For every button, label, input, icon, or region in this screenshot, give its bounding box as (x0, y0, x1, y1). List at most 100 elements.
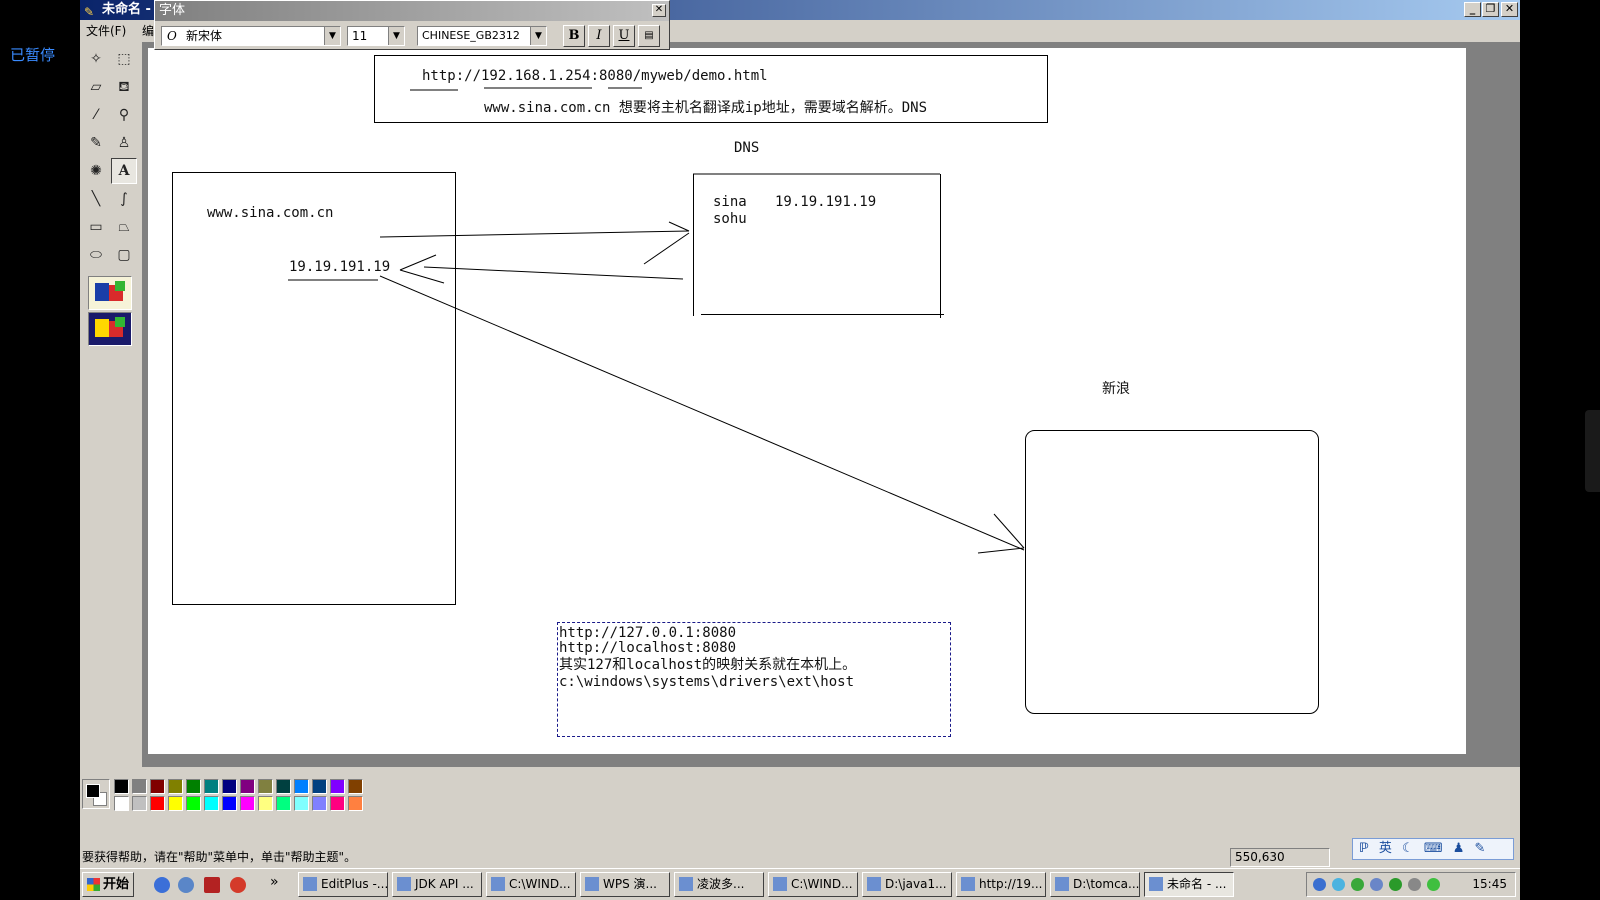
bold-button[interactable]: B (563, 25, 585, 47)
text-tool-icon[interactable]: A (111, 158, 137, 184)
color-swatch[interactable] (132, 796, 147, 811)
magnifier-icon[interactable]: ⚲ (111, 102, 137, 128)
ellipse-icon[interactable]: ⬭ (83, 242, 109, 268)
vertical-text-button[interactable]: ▤ (638, 25, 660, 47)
ime-mode[interactable]: 英 (1379, 841, 1392, 856)
rounded-rectangle-icon[interactable]: ▢ (111, 242, 137, 268)
security-tray-icon[interactable] (1389, 878, 1402, 891)
color-swatch[interactable] (258, 779, 273, 794)
charset-select[interactable]: CHINESE_GB2312 ▼ (417, 26, 547, 46)
drawing-canvas[interactable]: http://192.168.1.254:8080/myweb/demo.htm… (148, 48, 1466, 754)
color-swatch[interactable] (186, 796, 201, 811)
color-swatch[interactable] (312, 796, 327, 811)
color-swatch[interactable] (168, 779, 183, 794)
start-label: 开始 (103, 877, 130, 892)
taskbar-task-button[interactable]: JDK API ... (392, 872, 482, 897)
start-button[interactable]: 开始 (82, 872, 134, 897)
font-name-select[interactable]: O 新宋体 ▼ (161, 26, 341, 46)
color-swatch[interactable] (312, 779, 327, 794)
color-swatch[interactable] (330, 796, 345, 811)
line-icon[interactable]: ╲ (83, 186, 109, 212)
color-swatch[interactable] (222, 779, 237, 794)
sync-tray-icon[interactable] (1427, 878, 1440, 891)
color-swatch[interactable] (276, 796, 291, 811)
underline-button[interactable]: U (613, 25, 635, 47)
taskbar-task-button[interactable]: C:\WIND... (768, 872, 858, 897)
dns-row-name: sohu (713, 211, 747, 227)
text-edit-box[interactable]: http://127.0.0.1:8080 http://localhost:8… (557, 622, 951, 737)
clock[interactable]: 15:45 (1472, 873, 1507, 896)
color-swatch[interactable] (186, 779, 201, 794)
color-swatch[interactable] (114, 779, 129, 794)
ime-settings-icon[interactable]: ✎ (1475, 841, 1486, 856)
opaque-background-option[interactable] (88, 276, 132, 310)
taskbar-task-button[interactable]: http://19... (956, 872, 1046, 897)
color-swatch[interactable] (294, 796, 309, 811)
chevron-down-icon[interactable]: ▼ (388, 27, 404, 45)
menu-file[interactable]: 文件(F) (86, 20, 126, 42)
font-size-select[interactable]: 11 ▼ (347, 26, 405, 46)
italic-button[interactable]: I (588, 25, 610, 47)
transparent-background-option[interactable] (88, 312, 132, 346)
maximize-button[interactable]: ❐ (1482, 2, 1499, 17)
color-swatch[interactable] (204, 796, 219, 811)
quicklaunch-more-icon[interactable]: » (270, 874, 279, 890)
volume-tray-icon[interactable] (1408, 878, 1421, 891)
rect-select-icon[interactable]: ⬚ (111, 46, 137, 72)
taskbar-task-button[interactable]: D:\java1... (862, 872, 952, 897)
ime-user-icon[interactable]: ♟ (1453, 841, 1465, 856)
font-toolbar-title[interactable]: 字体 (155, 1, 669, 21)
update-tray-icon[interactable] (1351, 878, 1364, 891)
color-swatch[interactable] (258, 796, 273, 811)
color-swatch[interactable] (330, 779, 345, 794)
color-picker-icon[interactable]: ⁄ (83, 102, 109, 128)
ime-moon-icon[interactable]: ☾ (1402, 841, 1414, 856)
curve-icon[interactable]: ∫ (111, 186, 137, 212)
taskbar-task-button[interactable]: D:\tomca... (1050, 872, 1140, 897)
explorer-quicklaunch-icon[interactable] (178, 877, 194, 893)
ime-tray-icon[interactable] (1313, 878, 1326, 891)
taskbar-task-button[interactable]: C:\WIND... (486, 872, 576, 897)
free-select-icon[interactable]: ✧ (83, 46, 109, 72)
pencil-icon[interactable]: ✎ (83, 130, 109, 156)
ime-bar[interactable]: ℙ 英 ☾ ⌨ ♟ ✎ (1352, 838, 1514, 860)
color-swatch[interactable] (294, 779, 309, 794)
network-tray-icon[interactable] (1332, 878, 1345, 891)
airbrush-icon[interactable]: ✺ (83, 158, 109, 184)
color-swatch[interactable] (114, 796, 129, 811)
ime-keyboard-icon[interactable]: ⌨ (1424, 841, 1443, 856)
color-swatch[interactable] (150, 796, 165, 811)
color-swatch[interactable] (150, 779, 165, 794)
polygon-icon[interactable]: ⏢ (111, 214, 137, 240)
response-arrow (423, 266, 684, 280)
rectangle-icon[interactable]: ▭ (83, 214, 109, 240)
color-swatch[interactable] (348, 796, 363, 811)
taskbar-task-button[interactable]: WPS 演... (580, 872, 670, 897)
foreground-color[interactable] (86, 784, 100, 798)
color-swatch[interactable] (348, 779, 363, 794)
color-swatch[interactable] (276, 779, 291, 794)
font-toolbar-close-button[interactable]: ✕ (652, 4, 666, 17)
color-swatch[interactable] (222, 796, 237, 811)
app-quicklaunch-icon[interactable] (204, 877, 220, 893)
close-button[interactable]: ✕ (1501, 2, 1518, 17)
color-swatch[interactable] (240, 796, 255, 811)
ie-quicklaunch-icon[interactable] (154, 877, 170, 893)
chevron-down-icon[interactable]: ▼ (530, 27, 546, 45)
color-swatch[interactable] (204, 779, 219, 794)
side-panel-handle[interactable] (1585, 410, 1600, 492)
taskbar-task-button[interactable]: 凌波多... (674, 872, 764, 897)
minimize-button[interactable]: _ (1464, 2, 1481, 17)
taskbar-task-button[interactable]: 未命名 - ... (1144, 872, 1234, 897)
fill-bucket-icon[interactable]: ⛾ (111, 74, 137, 100)
menu-edit[interactable]: 编 (142, 20, 154, 42)
brush-icon[interactable]: ♙ (111, 130, 137, 156)
chevron-down-icon[interactable]: ▼ (324, 27, 340, 45)
taskbar-task-button[interactable]: EditPlus -... (298, 872, 388, 897)
color-swatch[interactable] (168, 796, 183, 811)
media-quicklaunch-icon[interactable] (230, 877, 246, 893)
color-swatch[interactable] (132, 779, 147, 794)
eraser-icon[interactable]: ▱ (83, 74, 109, 100)
app-tray-icon[interactable] (1370, 878, 1383, 891)
color-swatch[interactable] (240, 779, 255, 794)
